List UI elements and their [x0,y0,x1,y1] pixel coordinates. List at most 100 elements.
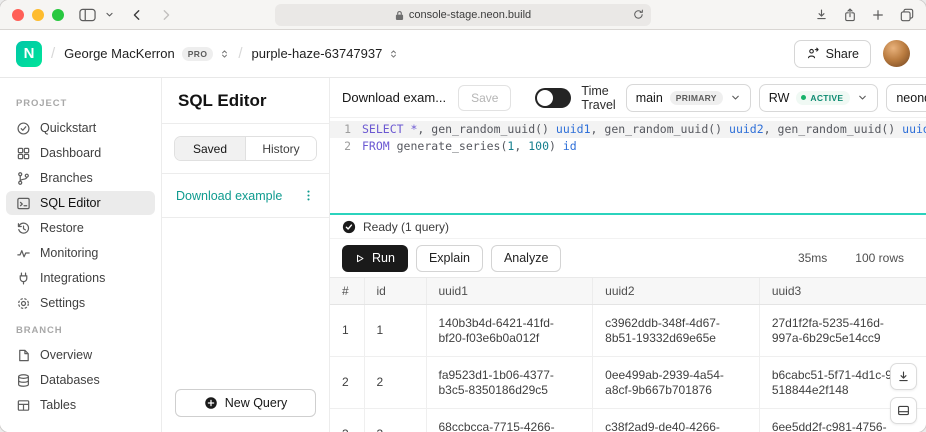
cell-id: 1 [364,305,426,357]
line-number: 1 [330,121,362,138]
project-section-label: PROJECT [16,98,145,109]
cell-uuid2: 0ee499ab-2939-4a54-a8cf-9b667b701876 [593,357,760,409]
pro-badge: PRO [182,47,214,61]
chevron-down-icon [730,92,741,103]
reload-icon[interactable] [633,9,644,23]
sidebar-item-integrations[interactable]: Integrations [6,266,155,290]
share-button[interactable]: Share [794,40,871,68]
sidebar-item-label: Monitoring [40,246,98,260]
browser-toolbar-right [815,8,914,22]
time-travel-label: Time Travel [581,84,615,112]
time-travel-toggle[interactable] [535,88,571,108]
sidebar-item-quickstart[interactable]: Quickstart [6,116,155,140]
tab-overview-icon[interactable] [900,8,914,22]
sidebar-item-tables[interactable]: Tables [6,393,155,417]
query-row-count: 100 rows [855,251,904,265]
ready-check-icon [342,220,356,234]
floating-buttons [890,363,917,424]
sidebar-item-label: Settings [40,296,85,310]
share-button-label: Share [826,47,859,61]
query-duration: 35ms [798,251,827,265]
panel-bottom: New Query [162,377,329,432]
database-select[interactable]: neondb [886,84,926,112]
cell-uuid2: c38f2ad9-de40-4266-a918-ae947c732ed0 [593,409,760,432]
close-window-button[interactable] [12,9,24,21]
download-icon [897,370,910,383]
org-name: George MacKerron [64,46,175,61]
restore-icon [16,221,31,236]
sidebar-item-overview[interactable]: Overview [6,343,155,367]
new-query-button[interactable]: New Query [175,389,316,417]
org-selector-icon [220,48,229,60]
sidebar-item-monitoring[interactable]: Monitoring [6,241,155,265]
back-button[interactable] [131,8,143,22]
compute-select[interactable]: RW ACTIVE [759,84,879,112]
sidebar-item-dashboard[interactable]: Dashboard [6,141,155,165]
sidebar-item-label: Databases [40,373,100,387]
tab-saved[interactable]: Saved [175,137,245,160]
cell-uuid1: fa9523d1-1b06-4377-b3c5-8350186d29c5 [426,357,593,409]
queries-panel: SQL Editor Saved History Download exampl… [162,78,330,432]
cell-id: 2 [364,357,426,409]
sidebar-item-label: Overview [40,348,92,362]
forward-button[interactable] [160,8,172,22]
app-header: N / George MacKerron PRO / purple-haze-6… [0,30,926,78]
project-selector-icon [389,48,398,60]
query-title: Download exam... [342,90,446,105]
sidebar-toggle-icon[interactable] [79,8,96,22]
sidebar-item-branches[interactable]: Branches [6,166,155,190]
share-icon[interactable] [844,8,856,22]
project-breadcrumb[interactable]: purple-haze-63747937 [252,46,399,61]
branch-select[interactable]: main PRIMARY [626,84,751,112]
downloads-icon[interactable] [815,8,828,21]
editor-line-1: 1 SELECT *, gen_random_uuid() uuid1, gen… [330,121,926,138]
minimize-window-button[interactable] [32,9,44,21]
cell-index: 3 [330,409,364,432]
sidebar-item-label: Integrations [40,271,105,285]
quickstart-icon [16,121,31,136]
expand-panel-button[interactable] [890,397,917,424]
analyze-button[interactable]: Analyze [491,245,561,272]
cell-uuid3: 27d1f2fa-5235-416d-997a-6b29c5e14cc9 [759,305,926,357]
save-button[interactable]: Save [458,85,511,111]
sidebar-item-label: Branches [40,171,93,185]
app-body: PROJECT Quickstart Dashboard Branches SQ… [0,78,926,432]
tab-history[interactable]: History [245,137,316,160]
tables-icon [16,398,31,413]
avatar[interactable] [883,40,910,67]
cell-index: 2 [330,357,364,409]
saved-query-name: Download example [176,189,282,203]
column-header-index: # [330,278,364,305]
explain-button[interactable]: Explain [416,245,483,272]
neon-logo[interactable]: N [16,41,42,67]
status-dot [801,95,806,100]
sidebar: PROJECT Quickstart Dashboard Branches SQ… [0,78,162,432]
toggle-knob [537,90,553,106]
column-header-uuid3: uuid3 [759,278,926,305]
sidebar-item-restore[interactable]: Restore [6,216,155,240]
code-editor[interactable]: 1 SELECT *, gen_random_uuid() uuid1, gen… [330,118,926,213]
breadcrumb-separator: / [51,45,55,62]
window-controls [12,9,64,21]
table-row: 3 3 68ccbcca-7715-4266-b6c5-9f7a14ea6e5e… [330,409,926,432]
chevron-down-icon[interactable] [105,10,114,19]
code-line: FROM generate_series(1, 100) id [362,138,577,155]
sidebar-item-settings[interactable]: Settings [6,291,155,315]
org-breadcrumb[interactable]: George MacKerron PRO [64,46,229,61]
address-bar[interactable]: console-stage.neon.build [275,4,651,26]
sidebar-item-sql-editor[interactable]: SQL Editor [6,191,155,215]
sidebar-item-databases[interactable]: Databases [6,368,155,392]
run-button[interactable]: Run [342,245,408,272]
sidebar-item-label: Quickstart [40,121,96,135]
kebab-menu-icon[interactable] [302,189,315,202]
active-badge-label: ACTIVE [810,93,843,103]
new-tab-icon[interactable] [872,9,884,21]
saved-query-item[interactable]: Download example [162,174,329,218]
sidebar-item-label: Tables [40,398,76,412]
zoom-window-button[interactable] [52,9,64,21]
primary-badge: PRIMARY [670,91,723,105]
cell-uuid1: 68ccbcca-7715-4266-b6c5-9f7a14ea6e5e [426,409,593,432]
cell-index: 1 [330,305,364,357]
download-results-button[interactable] [890,363,917,390]
sidebar-item-label: SQL Editor [40,196,101,210]
